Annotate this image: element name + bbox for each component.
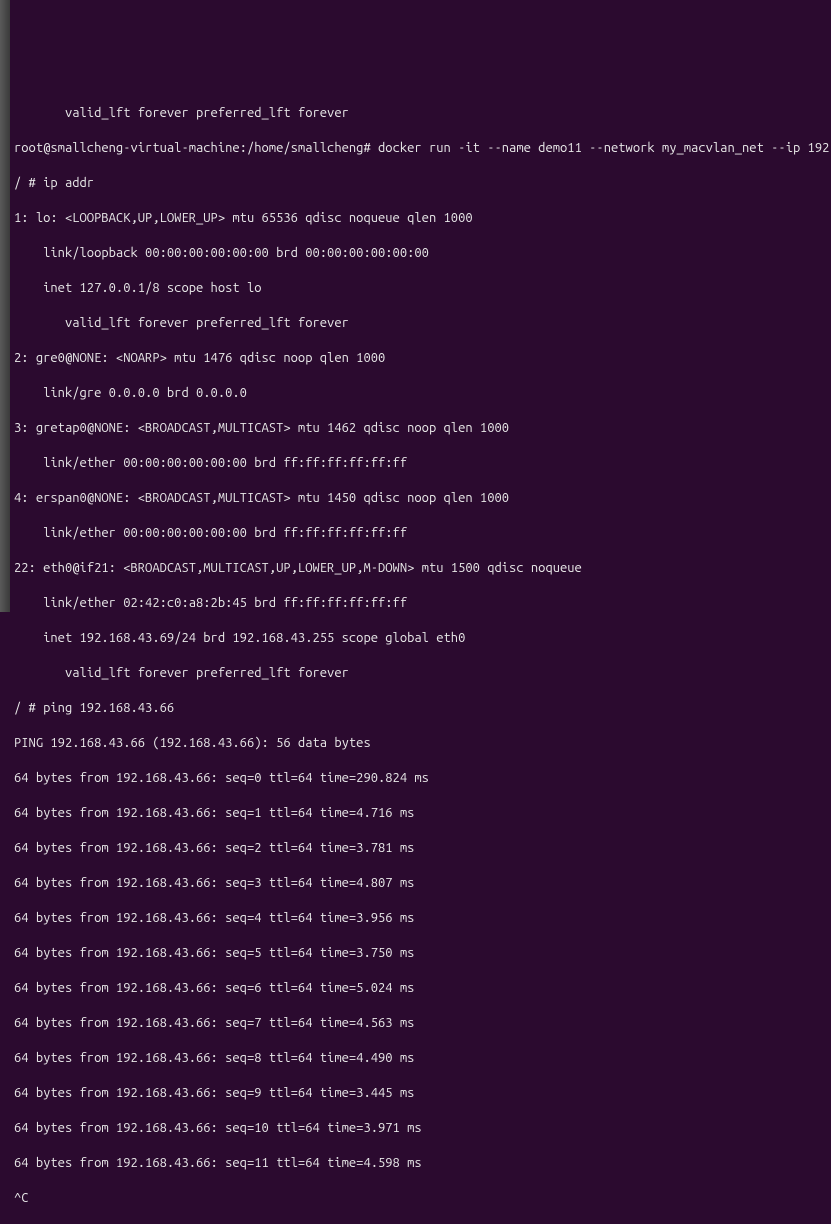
ping-reply: 64 bytes from 192.168.43.66: seq=6 ttl=6… [14,980,827,998]
output-line: inet 127.0.0.1/8 scope host lo [14,280,827,298]
ping-reply: 64 bytes from 192.168.43.66: seq=1 ttl=6… [14,805,827,823]
output-line: inet 192.168.43.69/24 brd 192.168.43.255… [14,630,827,648]
output-line: valid_lft forever preferred_lft forever [14,315,827,333]
ping-reply: 64 bytes from 192.168.43.66: seq=0 ttl=6… [14,770,827,788]
ping-reply: 64 bytes from 192.168.43.66: seq=3 ttl=6… [14,875,827,893]
command-text: docker run -it --name demo11 --network m… [371,141,831,155]
ping-reply: 64 bytes from 192.168.43.66: seq=2 ttl=6… [14,840,827,858]
ping-reply: 64 bytes from 192.168.43.66: seq=10 ttl=… [14,1120,827,1138]
ping-reply: 64 bytes from 192.168.43.66: seq=8 ttl=6… [14,1050,827,1068]
output-line: link/loopback 00:00:00:00:00:00 brd 00:0… [14,245,827,263]
interrupt-line: ^C [14,1190,827,1208]
output-line: link/gre 0.0.0.0 brd 0.0.0.0 [14,385,827,403]
output-line: link/ether 00:00:00:00:00:00 brd ff:ff:f… [14,455,827,473]
output-line: PING 192.168.43.66 (192.168.43.66): 56 d… [14,735,827,753]
output-line: 3: gretap0@NONE: <BROADCAST,MULTICAST> m… [14,420,827,438]
ping-reply: 64 bytes from 192.168.43.66: seq=11 ttl=… [14,1155,827,1173]
output-line: valid_lft forever preferred_lft forever [14,665,827,683]
ping-reply: 64 bytes from 192.168.43.66: seq=5 ttl=6… [14,945,827,963]
ping-reply: 64 bytes from 192.168.43.66: seq=9 ttl=6… [14,1085,827,1103]
output-line: 22: eth0@if21: <BROADCAST,MULTICAST,UP,L… [14,560,827,578]
shell-prompt: root@smallcheng-virtual-machine:/home/sm… [14,141,371,155]
ping-reply: 64 bytes from 192.168.43.66: seq=4 ttl=6… [14,910,827,928]
output-line: link/ether 00:00:00:00:00:00 brd ff:ff:f… [14,525,827,543]
output-line: 1: lo: <LOOPBACK,UP,LOWER_UP> mtu 65536 … [14,210,827,228]
prompt-line: root@smallcheng-virtual-machine:/home/sm… [14,140,827,158]
terminal-output[interactable]: valid_lft forever preferred_lft forever … [14,88,827,1224]
output-line: 4: erspan0@NONE: <BROADCAST,MULTICAST> m… [14,490,827,508]
ping-reply: 64 bytes from 192.168.43.66: seq=7 ttl=6… [14,1015,827,1033]
command-line: / # ping 192.168.43.66 [14,700,827,718]
output-line: 2: gre0@NONE: <NOARP> mtu 1476 qdisc noo… [14,350,827,368]
output-line: link/ether 02:42:c0:a8:2b:45 brd ff:ff:f… [14,595,827,613]
launcher-sidebar [0,0,10,612]
output-line: valid_lft forever preferred_lft forever [14,105,827,123]
command-line: / # ip addr [14,175,827,193]
